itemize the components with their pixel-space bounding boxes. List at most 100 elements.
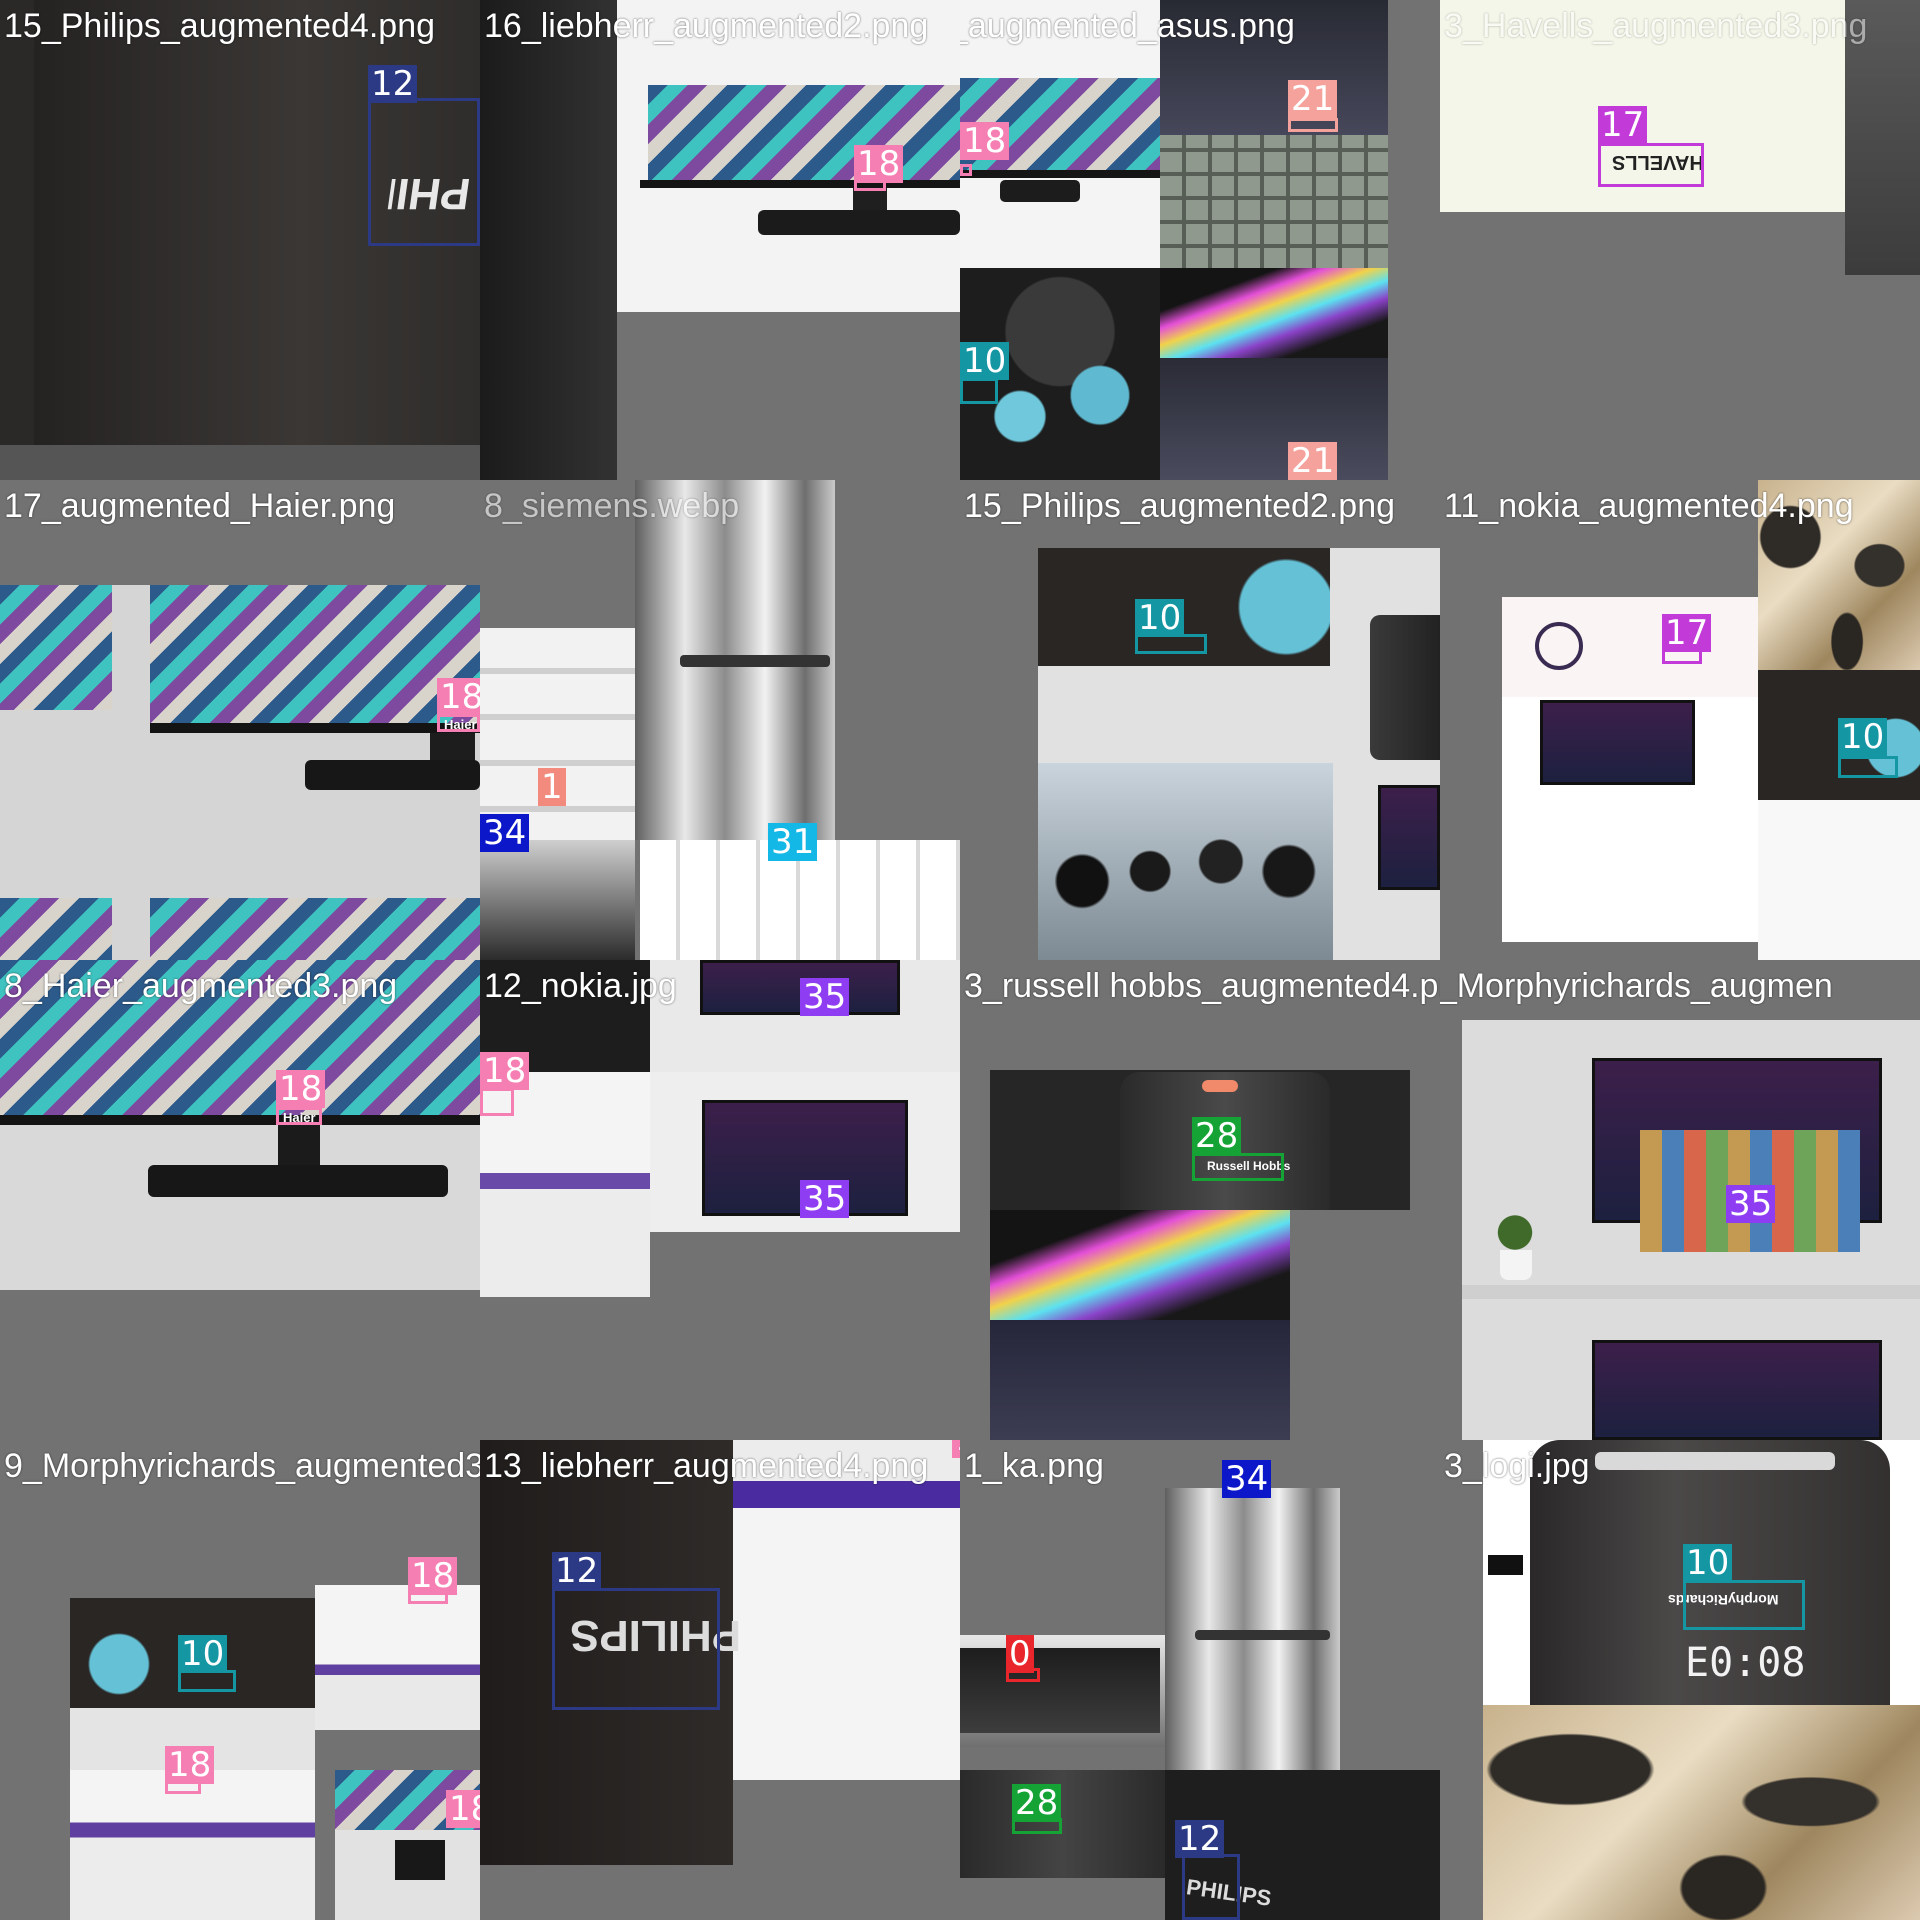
product-photo [1202, 1080, 1238, 1092]
tile-label: 11_nokia_augmented4.png [1444, 487, 1854, 525]
detection-tag: 28 [1192, 1117, 1242, 1155]
detection-box [1598, 143, 1704, 187]
detection-box [368, 98, 480, 246]
tile-label: 1_ka.png [964, 1447, 1104, 1485]
mosaic-tile: PHILIPS 12 18 13_liebherr_augmented4.png [480, 1440, 960, 1920]
product-photo [990, 1210, 1290, 1320]
detection-box [1288, 118, 1338, 132]
detection-box [1683, 1580, 1805, 1630]
product-photo [1540, 700, 1695, 785]
product-photo [1038, 763, 1333, 960]
product-photo [1195, 1630, 1330, 1640]
mosaic-tile: 35 18 35 12_nokia.jpg [480, 960, 960, 1440]
product-photo [1488, 1555, 1523, 1575]
detection-box [480, 1088, 514, 1116]
product-photo [0, 1115, 480, 1125]
detection-box [1192, 1153, 1284, 1181]
detection-box [276, 1107, 322, 1125]
product-photo [480, 628, 635, 840]
product-photo [1758, 800, 1920, 960]
product-photo [150, 585, 480, 725]
tile-label: 13_liebherr_augmented4.png [484, 1447, 929, 1485]
product-photo [680, 655, 830, 667]
mosaic-tile: Russell Hobbs 28 3_russell hobbs_augment… [960, 960, 1440, 1440]
tile-label: 9_Morphyrichards_augmented3.jpg [4, 1447, 480, 1485]
product-photo [1378, 785, 1440, 890]
detection-tag: 0 [1006, 1635, 1034, 1673]
product-photo [480, 0, 617, 480]
tile-label: 3_russell hobbs_augmented4.png [964, 967, 1440, 1005]
detection-tag: 18 [854, 145, 904, 183]
detection-tag: 10 [1683, 1544, 1733, 1582]
tile-label: 8_Haier_augmented3.png [4, 967, 398, 1005]
detection-tag: 31 [768, 823, 818, 861]
detection-tag: 34 [480, 814, 530, 852]
detection-tag: 21 [1288, 80, 1338, 118]
product-photo [150, 898, 480, 960]
product-photo [1160, 135, 1388, 268]
detection-tag: 10 [960, 342, 1010, 380]
product-photo [1595, 1452, 1835, 1470]
detection-tag: 12 [1175, 1820, 1225, 1858]
tile-label: 3_Havells_augmented3.png [1444, 7, 1868, 45]
detection-tag: 21 [1288, 442, 1338, 480]
tile-label: 16_liebherr_augmented2.png [484, 7, 929, 45]
product-photo [640, 180, 960, 188]
product-photo [278, 1125, 320, 1165]
mosaic-tile: Haier 18 17_augmented_Haier.png [0, 480, 480, 960]
tile-label: 17_augmented_Haier.png [4, 487, 396, 525]
detection-tag: 35 [1726, 1185, 1776, 1223]
tile-label: 3_augmented_asus.png [960, 7, 1295, 45]
detection-tag: 18 [437, 678, 480, 716]
detection-box [960, 164, 972, 176]
product-photo [150, 723, 480, 733]
detection-tag: 12 [552, 1552, 602, 1590]
product-photo [1490, 1210, 1540, 1255]
product-photo [853, 188, 887, 212]
product-photo [305, 760, 480, 790]
detection-tag: 17 [1598, 106, 1648, 144]
product-photo [960, 170, 1160, 178]
mosaic-tile: 35 20_Morphyrichards_augmen [1440, 960, 1920, 1440]
detection-tag: 18 [960, 122, 1010, 160]
detection-tag: 35 [800, 1180, 850, 1218]
product-photo [648, 85, 960, 181]
detection-tag: 34 [1222, 1460, 1272, 1498]
detection-tag: 18 [408, 1557, 458, 1595]
mosaic-tile: 21 18 10 21 3_augmented_asus.png [960, 0, 1440, 480]
detection-tag: 10 [178, 1635, 228, 1673]
product-photo [1160, 268, 1388, 358]
product-photo [758, 210, 960, 235]
product-photo [733, 1440, 960, 1780]
product-photo [650, 1232, 960, 1440]
mosaic-tile: MorphyRichards E0:08 10 3_logi.jpg [1440, 1440, 1920, 1920]
detection-box [552, 1588, 720, 1710]
tile-label: 15_Philips_augmented4.png [4, 7, 436, 45]
product-photo [0, 585, 112, 710]
product-photo [0, 898, 112, 960]
product-photo [1535, 622, 1583, 670]
mosaic-tile: PHILIPS 12 15_Philips_augmented4.png [0, 0, 480, 480]
detection-tag: 12 [368, 65, 418, 103]
detection-tag: 18 [276, 1070, 326, 1108]
product-photo [990, 1320, 1290, 1440]
product-photo [148, 1165, 448, 1197]
product-photo [960, 1648, 1160, 1733]
detection-box [1838, 756, 1898, 778]
product-photo [315, 1585, 480, 1730]
product-photo [1165, 1488, 1340, 1818]
product-photo [1462, 1285, 1920, 1299]
mosaic-tile: Haier 18 8_Haier_augmented3.png [0, 960, 480, 1440]
product-photo [1000, 180, 1080, 202]
detection-tag: 1 [538, 768, 566, 806]
mosaic-tile: 18 16_liebherr_augmented2.png [480, 0, 960, 480]
detection-tag: 18 [446, 1790, 480, 1828]
detection-box [1182, 1854, 1240, 1920]
tile-label: 15_Philips_augmented2.png [964, 487, 1396, 525]
product-photo [1483, 1705, 1920, 1920]
mosaic-tile: PHILIPS 12 34 0 28 1_ka.png [960, 1440, 1440, 1920]
mosaic-tile: 18 10 18 18 9_Morphyrichards_augmented3.… [0, 1440, 480, 1920]
product-photo [960, 1770, 1165, 1878]
tile-label: 8_siemens.webp [484, 487, 740, 525]
product-photo [1592, 1340, 1882, 1440]
